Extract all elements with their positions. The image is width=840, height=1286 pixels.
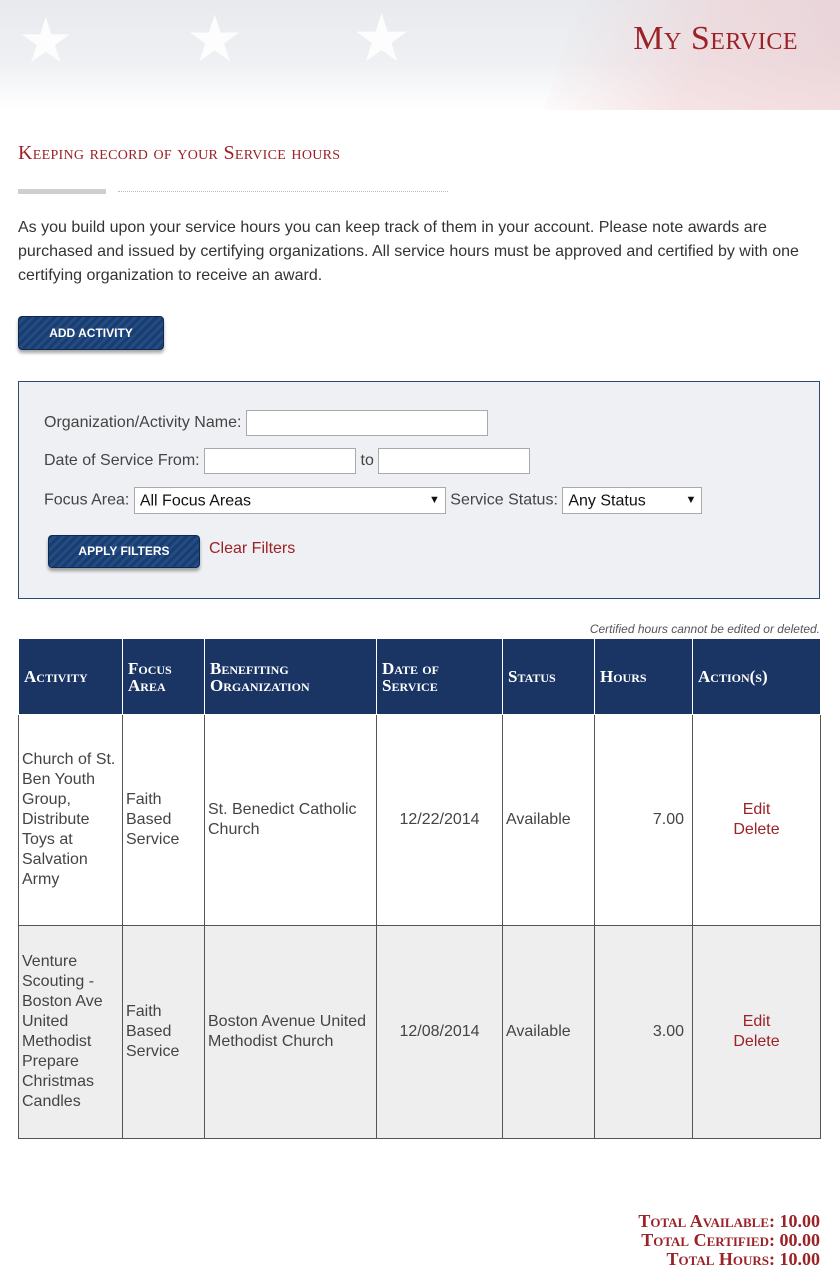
date-to-label: to [360,452,374,469]
section-heading: Keeping record of your Service hours [18,142,341,164]
delete-link[interactable]: Delete [696,820,817,840]
cell-focus-area: Faith Based Service [122,925,205,1139]
cell-organization: St. Benedict Catholic Church [204,714,377,926]
focus-area-label: Focus Area: [44,491,130,509]
certified-note: Certified hours cannot be edited or dele… [589,622,820,636]
table-row: Church of St. Ben Youth Group, Distribut… [18,714,821,926]
org-name-input[interactable] [245,410,488,436]
table-row: Venture Scouting - Boston Ave United Met… [18,925,821,1139]
filter-row-focus: Focus Area: All Focus Areas ▼ Service St… [44,487,703,514]
heading-divider-dots [118,191,448,192]
col-header-activity: Activity [18,638,123,715]
cell-status: Available [502,714,595,926]
cell-activity: Church of St. Ben Youth Group, Distribut… [18,714,123,926]
service-status-select[interactable]: Any Status ▼ [562,487,703,514]
header-banner: ★ ★ ★ My Service [0,0,840,110]
dropdown-arrow-icon: ▼ [428,494,440,506]
total-hours: Total Hours: 10.00 [666,1249,821,1269]
filter-panel: Organization/Activity Name: Date of Serv… [18,381,820,599]
cell-actions: Edit Delete [692,925,821,1139]
col-header-benefiting-organization: Benefiting Organization [204,638,377,715]
totals-summary: Total Available: 10.00 Total Certified: … [638,1212,820,1269]
service-status-value: Any Status [568,492,646,510]
cell-status: Available [502,925,595,1139]
service-table: Activity Focus Area Benefiting Organizat… [18,638,821,1139]
cell-hours: 7.00 [594,714,693,926]
date-from-label: Date of Service From: [44,452,200,469]
edit-link[interactable]: Edit [696,1012,817,1032]
focus-area-value: All Focus Areas [139,492,251,510]
apply-filters-button[interactable]: APPLY FILTERS [48,535,200,568]
star-icon: ★ [352,0,412,77]
intro-text: As you build upon your service hours you… [18,219,799,284]
cell-date: 12/22/2014 [376,714,503,926]
date-to-input[interactable] [378,448,531,474]
total-available: Total Available: 10.00 [638,1211,820,1231]
cell-actions: Edit Delete [692,714,821,926]
page-title: My Service [633,20,798,57]
cell-date: 12/08/2014 [376,925,503,1139]
col-header-date-of-service: Date of Service [376,638,503,715]
star-icon: ★ [18,4,74,77]
filter-row-org: Organization/Activity Name: [44,410,488,436]
col-header-actions: Action(s) [692,638,821,715]
focus-area-select[interactable]: All Focus Areas ▼ [133,487,446,514]
service-status-label: Service Status: [450,491,558,509]
table-header-row: Activity Focus Area Benefiting Organizat… [18,638,821,715]
cell-hours: 3.00 [594,925,693,1139]
date-from-input[interactable] [204,448,357,474]
col-header-focus-area: Focus Area [122,638,205,715]
heading-divider [18,189,106,194]
cell-activity: Venture Scouting - Boston Ave United Met… [18,925,123,1139]
cell-organization: Boston Avenue United Methodist Church [204,925,377,1139]
col-header-hours: Hours [594,638,693,715]
col-header-status: Status [502,638,595,715]
add-activity-button[interactable]: ADD ACTIVITY [18,316,164,350]
delete-link[interactable]: Delete [696,1032,817,1052]
total-certified: Total Certified: 00.00 [641,1230,820,1250]
org-name-label: Organization/Activity Name: [44,414,242,431]
clear-filters-link[interactable]: Clear Filters [209,540,295,558]
edit-link[interactable]: Edit [696,800,817,820]
dropdown-arrow-icon: ▼ [685,494,697,506]
cell-focus-area: Faith Based Service [122,714,205,926]
star-icon: ★ [186,3,244,77]
filter-row-date: Date of Service From: to [44,448,531,474]
